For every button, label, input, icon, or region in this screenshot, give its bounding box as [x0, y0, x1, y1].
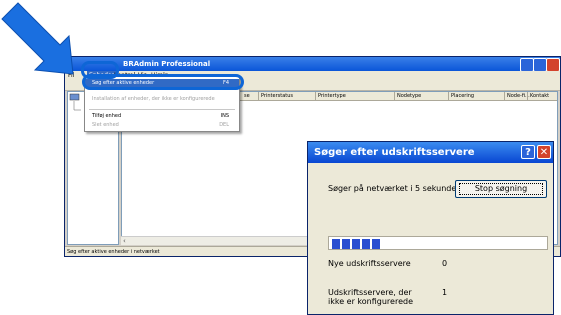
close-icon[interactable]: ✕ [537, 145, 551, 159]
menu-separator [89, 109, 235, 110]
column-partial[interactable]: se [242, 92, 250, 101]
menu-item-label: Tilføj enhed [92, 113, 122, 119]
help-icon[interactable]: ? [521, 145, 535, 159]
progress-block [372, 239, 380, 249]
column-kontakt[interactable]: Kontakt [527, 92, 560, 101]
progress-block [362, 239, 370, 249]
menu-item-delete-device[interactable]: Slet enhed DEL [85, 121, 239, 130]
column-nodetype[interactable]: Nodetype [394, 92, 451, 101]
window-title: BRAdmin Professional [123, 60, 211, 68]
menu-item-shortcut: INS [220, 113, 229, 119]
search-progress-bar [328, 236, 548, 250]
stop-search-button[interactable]: Stop søgning [455, 180, 547, 198]
column-placering[interactable]: Placering [448, 92, 507, 101]
arrow-pointer-icon [1, 2, 74, 75]
maximize-icon[interactable] [533, 58, 547, 72]
progress-block [352, 239, 360, 249]
close-icon[interactable] [546, 58, 560, 72]
minimize-icon[interactable] [520, 58, 534, 72]
menu-item-label: Installation af enheder, der ikke er kon… [92, 96, 215, 102]
new-servers-value: 0 [442, 259, 448, 268]
highlight-search-item [82, 74, 244, 90]
unconfigured-servers-value: 1 [442, 288, 448, 297]
stop-search-label: Stop søgning [474, 184, 528, 193]
column-printertype[interactable]: Printertype [315, 92, 397, 101]
scroll-left-icon[interactable]: ‹ [123, 237, 126, 245]
title-bar[interactable]: BRAdmin Professional [65, 57, 560, 72]
tree-root-icon [69, 93, 81, 111]
menu-item-label: Slet enhed [92, 122, 119, 128]
column-printerstatus[interactable]: Printerstatus [258, 92, 318, 101]
dialog-title: Søger efter udskriftsservere [314, 147, 475, 158]
search-status-text: Søger på netværket i 5 sekunder. [328, 184, 462, 193]
progress-block [332, 239, 340, 249]
search-dialog: Søger efter udskriftsservere ? ✕ Søger p… [307, 141, 554, 315]
new-servers-label: Nye udskriftsservere [328, 259, 411, 268]
menu-item-add-device[interactable]: Tilføj enhed INS [85, 112, 239, 121]
menu-item-install-unconfigured[interactable]: Installation af enheder, der ikke er kon… [85, 95, 239, 104]
dialog-title-bar[interactable]: Søger efter udskriftsservere [308, 142, 553, 163]
unconfigured-servers-label: Udskriftsservere, der ikke er konfigurer… [328, 288, 413, 306]
menu-item-shortcut: DEL [219, 122, 229, 128]
progress-block [342, 239, 350, 249]
